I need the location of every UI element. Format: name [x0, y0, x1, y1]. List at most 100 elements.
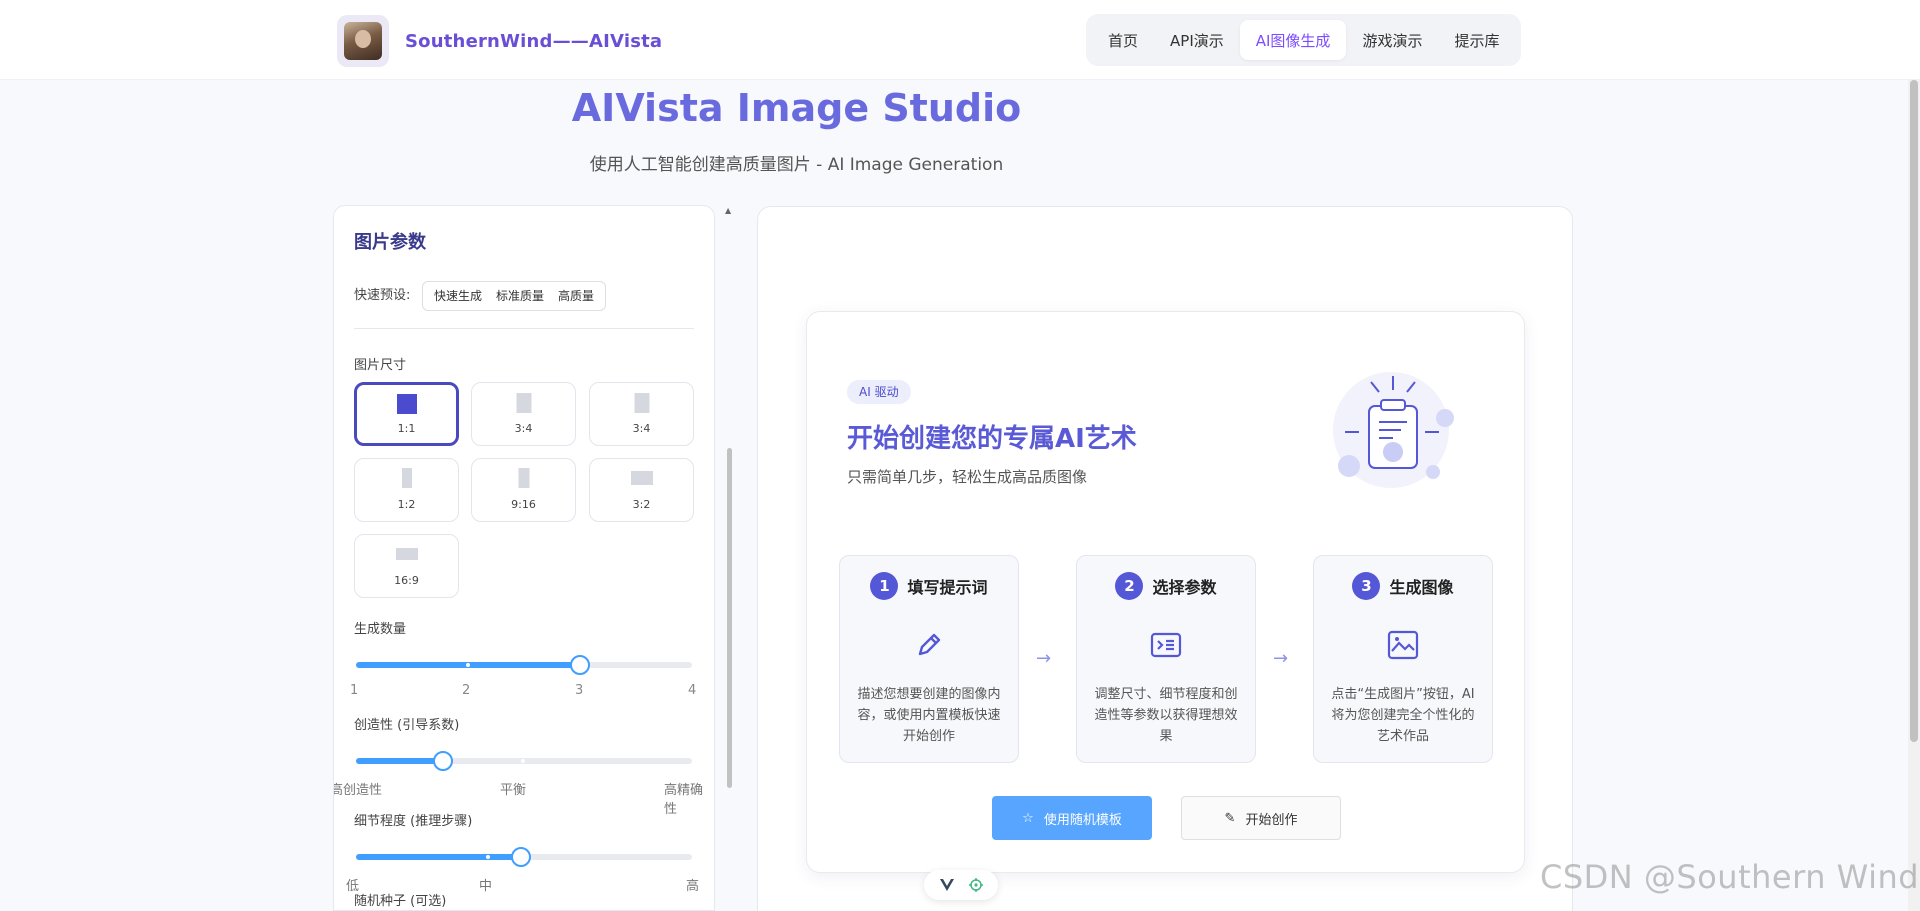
count-slider[interactable] — [356, 655, 692, 675]
step-description: 调整尺寸、细节程度和创造性等参数以获得理想效果 — [1094, 687, 1238, 744]
creativity-tick: 平衡 — [500, 783, 527, 798]
preset-standard-button[interactable]: 标准质量 — [489, 283, 551, 309]
step-title: 生成图像 — [1389, 578, 1454, 597]
page-subtitle: 使用人工智能创建高质量图片 - AI Image Generation — [589, 155, 1004, 175]
result-card: AI 驱动 开始创建您的专属AI艺术 只需简单几步，轻松生成高品质图像 1 填写… — [757, 206, 1573, 911]
edit-icon: ✎ — [1224, 810, 1236, 826]
slider-thumb[interactable] — [433, 751, 453, 771]
params-panel: 图片参数 快速预设: 快速生成 标准质量 高质量 图片尺寸 1:1 3:4 3:… — [333, 205, 715, 911]
size-option-label: 3:4 — [632, 422, 651, 435]
portrait-icon — [634, 393, 649, 413]
preset-high-button[interactable]: 高质量 — [551, 283, 601, 309]
detail-label: 细节程度 (推理步骤) — [354, 814, 473, 829]
size-option-label: 9:16 — [511, 498, 536, 511]
welcome-subtitle: 只需简单几步，轻松生成高品质图像 — [847, 468, 1088, 486]
step-card-2: 2 选择参数 调整尺寸、细节程度和创造性等参数以获得理想效果 — [1076, 555, 1256, 763]
scroll-up-arrow[interactable]: ▲ — [725, 206, 731, 215]
count-tick: 1 — [350, 683, 359, 698]
brand-name: SouthernWind——AIVista — [405, 30, 663, 52]
slider-step-dot — [466, 663, 470, 667]
step-title: 填写提示词 — [907, 578, 988, 597]
arrow-right-icon: → — [1273, 648, 1289, 669]
size-option-1-1[interactable]: 1:1 — [354, 382, 459, 446]
preset-group: 快速生成 标准质量 高质量 — [422, 281, 607, 311]
preset-fast-button[interactable]: 快速生成 — [427, 283, 489, 309]
step-description: 点击“生成图片”按钮，AI将为您创建完全个性化的艺术作品 — [1331, 687, 1475, 744]
portrait-icon — [516, 393, 531, 413]
step-card-1: 1 填写提示词 描述您想要创建的图像内容，或使用内置模板快速开始创作 — [839, 555, 1019, 763]
slider-fill — [356, 758, 443, 764]
landscape-icon — [395, 548, 418, 560]
count-tick: 3 — [575, 683, 584, 698]
star-icon: ☆ — [1022, 810, 1034, 826]
pencil-icon — [918, 633, 941, 656]
tall-icon — [401, 468, 412, 488]
square-icon — [396, 394, 417, 414]
welcome-panel: AI 驱动 开始创建您的专属AI艺术 只需简单几步，轻松生成高品质图像 1 填写… — [806, 311, 1525, 873]
detail-tick: 中 — [479, 879, 493, 894]
size-option-label: 16:9 — [394, 574, 419, 587]
avatar — [337, 15, 389, 67]
size-option-3-4[interactable]: 3:4 — [471, 382, 576, 446]
slider-thumb[interactable] — [570, 655, 590, 675]
size-option-3-4-alt[interactable]: 3:4 — [589, 382, 694, 446]
page-title: AIVista Image Studio — [571, 86, 1022, 130]
step-description: 描述您想要创建的图像内容，或使用内置模板快速开始创作 — [857, 687, 1001, 744]
brand[interactable]: SouthernWind——AIVista — [337, 15, 662, 67]
size-option-label: 1:2 — [397, 498, 416, 511]
vue-logo-icon[interactable] — [939, 879, 954, 891]
step-number: 1 — [870, 572, 899, 600]
watermark: CSDN @Southern Wind — [1540, 858, 1920, 896]
ai-badge: AI 驱动 — [847, 380, 911, 404]
welcome-title: 开始创建您的专属AI艺术 — [847, 424, 1137, 454]
nav-item-home[interactable]: 首页 — [1092, 20, 1154, 60]
page-scrollbar-thumb[interactable] — [1910, 80, 1918, 742]
params-title: 图片参数 — [354, 232, 426, 253]
size-option-9-16[interactable]: 9:16 — [471, 458, 576, 522]
creativity-tick: 高创造性 — [333, 783, 383, 798]
count-tick: 4 — [688, 683, 697, 698]
size-option-16-9[interactable]: 16:9 — [354, 534, 459, 598]
preset-label: 快速预设: — [354, 288, 411, 303]
start-create-button[interactable]: ✎ 开始创作 — [1181, 796, 1341, 840]
panel-scrollbar-thumb[interactable] — [727, 448, 732, 788]
size-option-label: 3:2 — [632, 498, 651, 511]
size-option-1-2[interactable]: 1:2 — [354, 458, 459, 522]
divider — [354, 328, 694, 329]
count-tick: 2 — [462, 683, 471, 698]
random-template-button[interactable]: ☆ 使用随机模板 — [992, 796, 1152, 840]
start-create-label: 开始创作 — [1245, 812, 1298, 828]
size-label: 图片尺寸 — [354, 358, 407, 373]
tall-icon — [518, 468, 529, 488]
step-card-3: 3 生成图像 点击“生成图片”按钮，AI将为您创建完全个性化的艺术作品 — [1313, 555, 1493, 763]
creativity-tick: 高精确性 — [664, 783, 704, 817]
seed-label: 随机种子 (可选) — [354, 894, 447, 909]
size-option-3-2[interactable]: 3:2 — [589, 458, 694, 522]
nav-item-api-demo[interactable]: API演示 — [1154, 20, 1240, 60]
landscape-icon — [630, 471, 653, 485]
floating-toolbar — [924, 870, 998, 900]
slider-step-dot — [486, 855, 490, 859]
random-template-label: 使用随机模板 — [1043, 812, 1122, 828]
slider-thumb[interactable] — [511, 847, 531, 867]
slider-fill — [356, 854, 521, 860]
main-nav: 首页 API演示 AI图像生成 游戏演示 提示库 — [1086, 14, 1522, 66]
document-illustration-icon — [1333, 372, 1454, 488]
slider-step-dot — [521, 759, 525, 763]
nav-item-prompt-library[interactable]: 提示库 — [1438, 20, 1515, 60]
step-title: 选择参数 — [1152, 578, 1217, 597]
target-icon[interactable] — [968, 878, 983, 892]
nav-item-ai-image[interactable]: AI图像生成 — [1239, 20, 1347, 60]
detail-slider[interactable] — [356, 847, 692, 867]
size-option-label: 1:1 — [397, 422, 416, 435]
creativity-label: 创造性 (引导系数) — [354, 718, 460, 733]
creativity-slider[interactable] — [356, 751, 692, 771]
arrow-right-icon: → — [1036, 648, 1052, 669]
count-label: 生成数量 — [354, 622, 407, 637]
nav-item-game-demo[interactable]: 游戏演示 — [1346, 20, 1438, 60]
picture-icon — [1387, 630, 1419, 660]
detail-tick: 高 — [686, 879, 700, 894]
step-number: 2 — [1115, 572, 1144, 600]
size-option-label: 3:4 — [514, 422, 533, 435]
step-number: 3 — [1352, 572, 1381, 600]
